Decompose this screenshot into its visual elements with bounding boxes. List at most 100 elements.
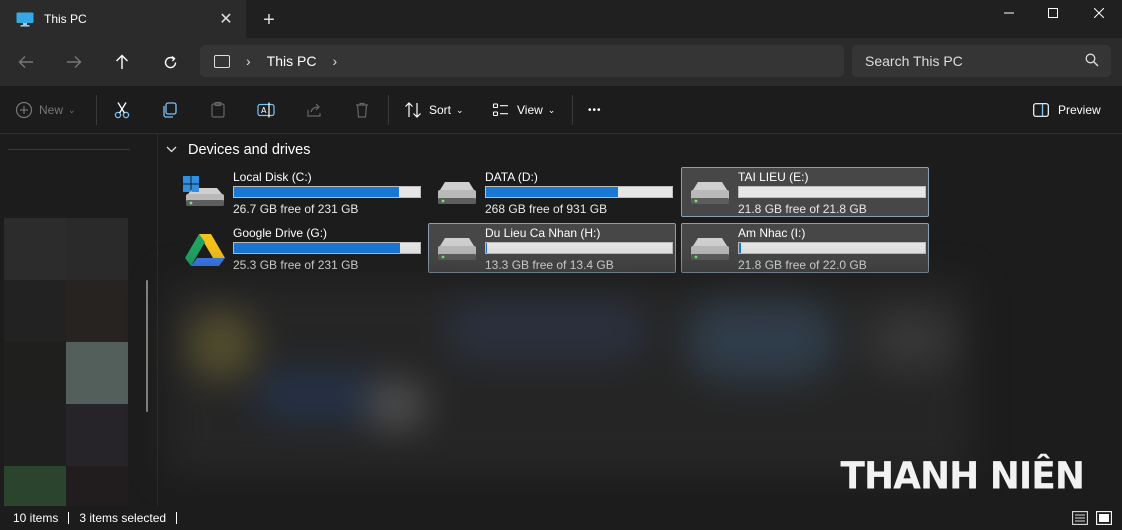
- details-view-icon[interactable]: [1072, 511, 1088, 528]
- computer-icon: [214, 54, 230, 68]
- up-button[interactable]: [108, 48, 136, 76]
- copy-button[interactable]: [161, 98, 179, 122]
- divider: [176, 512, 178, 524]
- drive-free-space: 25.3 GB free of 231 GB: [233, 258, 359, 272]
- sidebar-scrollbar[interactable]: [146, 280, 148, 412]
- drive-tile[interactable]: Google Drive (G:) 25.3 GB free of 231 GB: [176, 223, 424, 273]
- address-bar[interactable]: › This PC ›: [200, 45, 844, 77]
- sort-icon: [405, 102, 421, 118]
- rename-button[interactable]: A: [257, 98, 275, 122]
- drive-usage-bar: [233, 186, 421, 198]
- drive-free-space: 21.8 GB free of 21.8 GB: [738, 202, 867, 216]
- divider: [8, 149, 130, 150]
- title-bar: This PC ✕ +: [0, 0, 1122, 38]
- drive-tile[interactable]: TAI LIEU (E:) 21.8 GB free of 21.8 GB: [681, 167, 929, 217]
- drive-name: Google Drive (G:): [233, 226, 328, 240]
- navigation-pane: [0, 134, 158, 506]
- view-label: View: [517, 103, 543, 117]
- content-pane: Devices and drives Local Disk (C:) 26.7 G…: [158, 134, 1122, 506]
- breadcrumb-this-pc[interactable]: This PC: [267, 53, 317, 69]
- monitor-icon: [16, 12, 34, 27]
- navigation-bar: › This PC › Search This PC: [0, 38, 1122, 86]
- refresh-button[interactable]: [156, 48, 184, 76]
- drive-name: Am Nhac (I:): [738, 226, 806, 240]
- preview-label: Preview: [1058, 103, 1101, 117]
- chevron-down-icon: ⌄: [547, 104, 556, 115]
- new-button[interactable]: New ⌄: [15, 98, 76, 122]
- hard-drive-icon: [688, 232, 732, 266]
- drive-tile[interactable]: DATA (D:) 268 GB free of 931 GB: [428, 167, 676, 217]
- paste-button[interactable]: [209, 98, 227, 122]
- windows-drive-icon: [183, 176, 227, 210]
- drive-usage-bar: [738, 186, 926, 198]
- sort-button[interactable]: Sort ⌄: [404, 98, 464, 122]
- maximize-icon: [1048, 8, 1058, 18]
- drive-usage-fill: [234, 243, 400, 253]
- cut-button[interactable]: [113, 98, 131, 122]
- forward-arrow-icon: [67, 56, 82, 68]
- watermark-logo: THANH NIÊN: [840, 454, 1085, 499]
- share-icon: [307, 103, 321, 117]
- drive-usage-bar: [485, 242, 673, 254]
- hard-drive-icon: [435, 232, 479, 266]
- view-toggles: [1072, 511, 1112, 528]
- group-header-devices[interactable]: Devices and drives: [166, 142, 311, 158]
- large-icons-view-icon[interactable]: [1096, 511, 1112, 528]
- drive-free-space: 268 GB free of 931 GB: [485, 202, 608, 216]
- item-count: 10 items: [13, 511, 59, 525]
- sort-label: Sort: [429, 103, 452, 117]
- drive-free-space: 13.3 GB free of 13.4 GB: [485, 258, 614, 272]
- new-label: New: [39, 103, 64, 117]
- drive-usage-fill: [739, 243, 741, 253]
- drive-name: DATA (D:): [485, 170, 538, 184]
- more-options-button[interactable]: •••: [588, 98, 602, 122]
- drive-tile[interactable]: Du Lieu Ca Nhan (H:) 13.3 GB free of 13.4…: [428, 223, 676, 273]
- view-button[interactable]: View ⌄: [492, 98, 555, 122]
- status-bar: 10 items 3 items selected: [0, 506, 1122, 530]
- back-button[interactable]: [12, 48, 40, 76]
- search-input[interactable]: Search This PC: [865, 53, 1085, 69]
- rename-icon: A: [257, 102, 275, 118]
- drive-tile[interactable]: Am Nhac (I:) 21.8 GB free of 22.0 GB: [681, 223, 929, 273]
- drive-usage-bar: [738, 242, 926, 254]
- search-icon: [1085, 53, 1101, 69]
- divider: [572, 95, 573, 125]
- divider: [96, 95, 97, 125]
- chevron-right-icon[interactable]: ›: [332, 53, 337, 69]
- up-arrow-icon: [116, 54, 128, 69]
- drive-name: TAI LIEU (E:): [738, 170, 809, 184]
- chevron-down-icon: ⌄: [456, 104, 464, 115]
- view-list-icon: [492, 103, 508, 117]
- drive-usage-fill: [486, 187, 619, 197]
- forward-button[interactable]: [60, 48, 88, 76]
- drive-tile[interactable]: Local Disk (C:) 26.7 GB free of 231 GB: [176, 167, 424, 217]
- drive-usage-fill: [486, 243, 488, 253]
- minimize-button[interactable]: [986, 0, 1032, 26]
- drive-usage-fill: [234, 187, 399, 197]
- google-drive-icon: [183, 232, 227, 266]
- drive-free-space: 26.7 GB free of 231 GB: [233, 202, 359, 216]
- refresh-icon: [164, 55, 176, 68]
- plus-circle-icon: [15, 101, 33, 119]
- clipboard-icon: [211, 101, 225, 118]
- divider: [388, 95, 389, 125]
- trash-icon: [356, 102, 368, 118]
- blurred-region: [166, 280, 972, 476]
- drive-name: Du Lieu Ca Nhan (H:): [485, 226, 601, 240]
- preview-button[interactable]: Preview: [1033, 98, 1101, 122]
- drive-usage-bar: [233, 242, 421, 254]
- tab-this-pc[interactable]: This PC ✕: [0, 0, 246, 38]
- minimize-icon: [1004, 12, 1014, 14]
- close-tab-icon[interactable]: ✕: [216, 9, 236, 29]
- group-title: Devices and drives: [188, 142, 311, 158]
- command-bar: New ⌄ A Sort ⌄ View ⌄ ••• Preview: [0, 86, 1122, 134]
- close-icon: [1094, 8, 1104, 18]
- delete-button[interactable]: [353, 98, 371, 122]
- search-box[interactable]: Search This PC: [852, 45, 1111, 77]
- maximize-button[interactable]: [1030, 0, 1076, 26]
- chevron-right-icon: ›: [246, 53, 251, 69]
- share-button[interactable]: [305, 98, 323, 122]
- close-window-button[interactable]: [1076, 0, 1122, 26]
- new-tab-button[interactable]: +: [258, 9, 280, 31]
- preview-pane-icon: [1033, 103, 1049, 117]
